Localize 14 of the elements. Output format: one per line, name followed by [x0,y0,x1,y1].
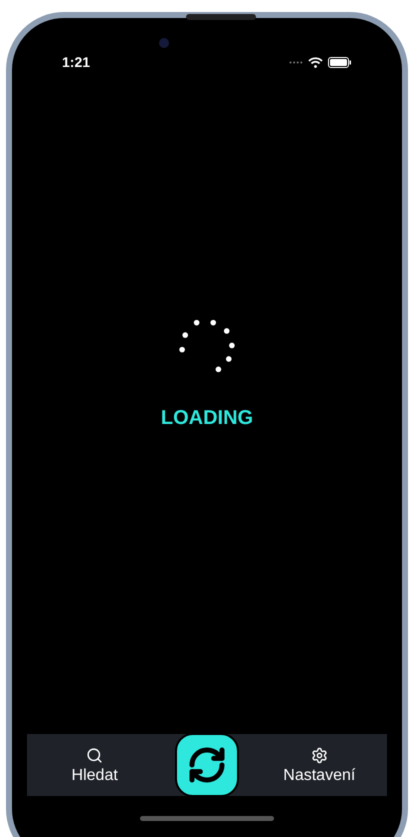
loading-spinner [179,319,235,373]
signal-icon [289,60,303,64]
battery-icon [328,56,352,68]
sync-button[interactable] [174,733,239,797]
loading-label: LOADING [160,406,254,431]
tab-button[interactable]: Hledat [40,746,150,784]
tab-button[interactable]: Nastavení [264,746,374,784]
speaker-grille [186,14,256,20]
sync-icon [186,745,227,785]
status-time: 1:21 [62,52,90,72]
wifi-icon [308,56,323,68]
camera-icon [159,38,169,48]
search-icon [86,746,104,764]
settings-icon [310,746,328,764]
